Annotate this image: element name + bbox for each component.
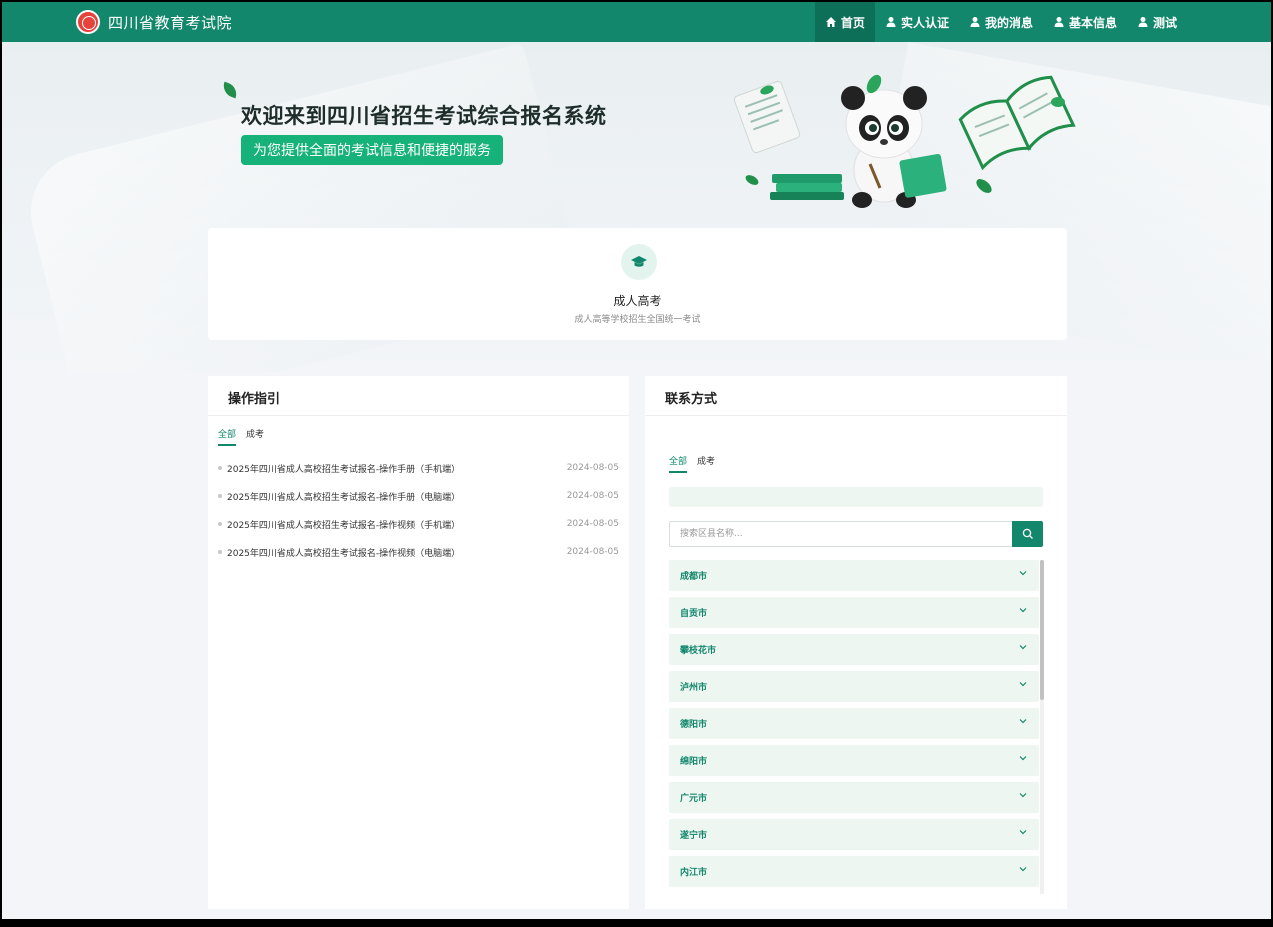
city-label: 泸州市: [680, 683, 708, 693]
logo-icon: [76, 10, 100, 34]
city-list-scrollbar[interactable]: [1040, 560, 1044, 894]
city-accordion: 成都市 自贡市 攀枝花市 泸州市 德阳市 绵阳市 广元市 遂宁市 内江市: [669, 560, 1039, 894]
nav-item-messages[interactable]: 我的消息: [959, 2, 1043, 42]
hero-title: 欢迎来到四川省招生考试综合报名系统: [241, 104, 607, 128]
hero-subtitle: 为您提供全面的考试信息和便捷的服务: [241, 135, 503, 165]
window-bottom-edge: [0, 919, 1273, 927]
city-label: 攀枝花市: [680, 646, 717, 656]
exam-title: 成人高考: [613, 294, 662, 308]
search-button[interactable]: [1012, 521, 1043, 547]
contact-tabs: 全部 成考: [669, 454, 725, 473]
city-label: 遂宁市: [680, 831, 708, 841]
city-item-luzhou[interactable]: 泸州市: [669, 671, 1039, 702]
city-item-panzhihua[interactable]: 攀枝花市: [669, 634, 1039, 665]
city-item-suining[interactable]: 遂宁市: [669, 819, 1039, 850]
contact-panel: 联系方式 全部 成考 成都市 自贡市: [645, 376, 1067, 909]
city-item-chengdu[interactable]: 成都市: [669, 560, 1039, 591]
nav-label: 我的消息: [984, 15, 1033, 30]
nav-item-basic-info[interactable]: 基本信息: [1043, 2, 1127, 42]
tab-all[interactable]: 全部: [218, 427, 237, 446]
guide-item-title: 2025年四川省成人高校招生考试报名-操作手册（电脑端）: [227, 492, 461, 503]
city-item-deyang[interactable]: 德阳市: [669, 708, 1039, 739]
guide-tabs: 全部 成考: [218, 427, 274, 446]
city-label: 成都市: [680, 572, 708, 582]
guide-item-date: 2024-08-05: [566, 519, 619, 529]
graduation-cap-icon: [621, 244, 657, 280]
city-label: 内江市: [680, 868, 708, 878]
nav-menu: 首页 实人认证 我的消息 基本信息 测试: [814, 2, 1187, 42]
user-icon: [1138, 17, 1148, 27]
chevron-down-icon: [1019, 608, 1027, 613]
chevron-down-icon: [1019, 793, 1027, 798]
guide-item-title: 2025年四川省成人高校招生考试报名-操作视频（电脑端）: [227, 548, 461, 559]
guide-item[interactable]: 2025年四川省成人高校招生考试报名-操作视频（电脑端） 2024-08-05: [218, 538, 619, 566]
city-item-zigong[interactable]: 自贡市: [669, 597, 1039, 628]
guide-item[interactable]: 2025年四川省成人高校招生考试报名-操作视频（手机端） 2024-08-05: [218, 510, 619, 538]
panda-illustration: [733, 74, 1076, 208]
home-icon: [825, 17, 836, 27]
app-frame: 四川省教育考试院 首页 实人认证 我的消息 基本信息 测试 欢迎来到四川省招生考…: [2, 2, 1271, 921]
nav-label: 基本信息: [1068, 15, 1117, 30]
exam-description: 成人高等学校招生全国统一考试: [574, 315, 701, 325]
brand-title: 四川省教育考试院: [108, 13, 233, 32]
chevron-down-icon: [1019, 719, 1027, 724]
search-icon: [1022, 528, 1033, 539]
chevron-down-icon: [1019, 645, 1027, 650]
guide-item-title: 2025年四川省成人高校招生考试报名-操作视频（手机端）: [227, 520, 461, 531]
contact-panel-header: 联系方式: [645, 376, 1067, 416]
guide-panel: 操作指引 全部 成考 2025年四川省成人高校招生考试报名-操作手册（手机端） …: [208, 376, 629, 909]
scrollbar-thumb[interactable]: [1040, 560, 1044, 700]
nav-label: 测试: [1152, 15, 1177, 30]
brand[interactable]: 四川省教育考试院: [76, 10, 232, 34]
top-nav: 四川省教育考试院 首页 实人认证 我的消息 基本信息 测试: [2, 2, 1271, 42]
guide-list: 2025年四川省成人高校招生考试报名-操作手册（手机端） 2024-08-05 …: [218, 454, 619, 566]
city-label: 广元市: [680, 794, 708, 804]
guide-panel-title: 操作指引: [228, 392, 281, 407]
nav-label: 实人认证: [900, 15, 949, 30]
nav-label: 首页: [840, 15, 865, 30]
chevron-down-icon: [1019, 867, 1027, 872]
guide-item-date: 2024-08-05: [566, 463, 619, 473]
guide-item[interactable]: 2025年四川省成人高校招生考试报名-操作手册（手机端） 2024-08-05: [218, 454, 619, 482]
tab-adult-exam[interactable]: 成考: [697, 454, 715, 473]
user-icon: [1054, 17, 1064, 27]
bullet-icon: [218, 550, 222, 554]
nav-item-home[interactable]: 首页: [814, 2, 875, 42]
tab-all[interactable]: 全部: [669, 454, 688, 473]
city-item-mianyang[interactable]: 绵阳市: [669, 745, 1039, 776]
nav-item-test[interactable]: 测试: [1127, 2, 1187, 42]
exam-card-adult-college[interactable]: 成人高考 成人高等学校招生全国统一考试: [208, 228, 1067, 340]
guide-item-date: 2024-08-05: [566, 491, 619, 501]
user-icon: [970, 17, 980, 27]
chevron-down-icon: [1019, 571, 1027, 576]
chevron-down-icon: [1019, 756, 1027, 761]
guide-panel-header: 操作指引: [208, 376, 629, 416]
bullet-icon: [218, 466, 222, 470]
guide-item-title: 2025年四川省成人高校招生考试报名-操作手册（手机端）: [227, 464, 461, 475]
chevron-down-icon: [1019, 682, 1027, 687]
tab-adult-exam[interactable]: 成考: [246, 427, 264, 446]
guide-item[interactable]: 2025年四川省成人高校招生考试报名-操作手册（电脑端） 2024-08-05: [218, 482, 619, 510]
bullet-icon: [218, 494, 222, 498]
district-search: [669, 521, 1043, 547]
leaf-icon: [220, 81, 240, 99]
contact-panel-title: 联系方式: [665, 392, 718, 407]
city-label: 自贡市: [680, 609, 708, 619]
city-label: 德阳市: [680, 720, 708, 730]
nav-item-real-name[interactable]: 实人认证: [875, 2, 959, 42]
city-label: 绵阳市: [680, 757, 708, 767]
city-item-neijiang[interactable]: 内江市: [669, 856, 1039, 887]
chevron-down-icon: [1019, 830, 1027, 835]
info-bar: [669, 487, 1043, 507]
city-item-guangyuan[interactable]: 广元市: [669, 782, 1039, 813]
user-icon: [886, 17, 896, 27]
bullet-icon: [218, 522, 222, 526]
guide-item-date: 2024-08-05: [566, 547, 619, 557]
search-input[interactable]: [669, 521, 1012, 547]
